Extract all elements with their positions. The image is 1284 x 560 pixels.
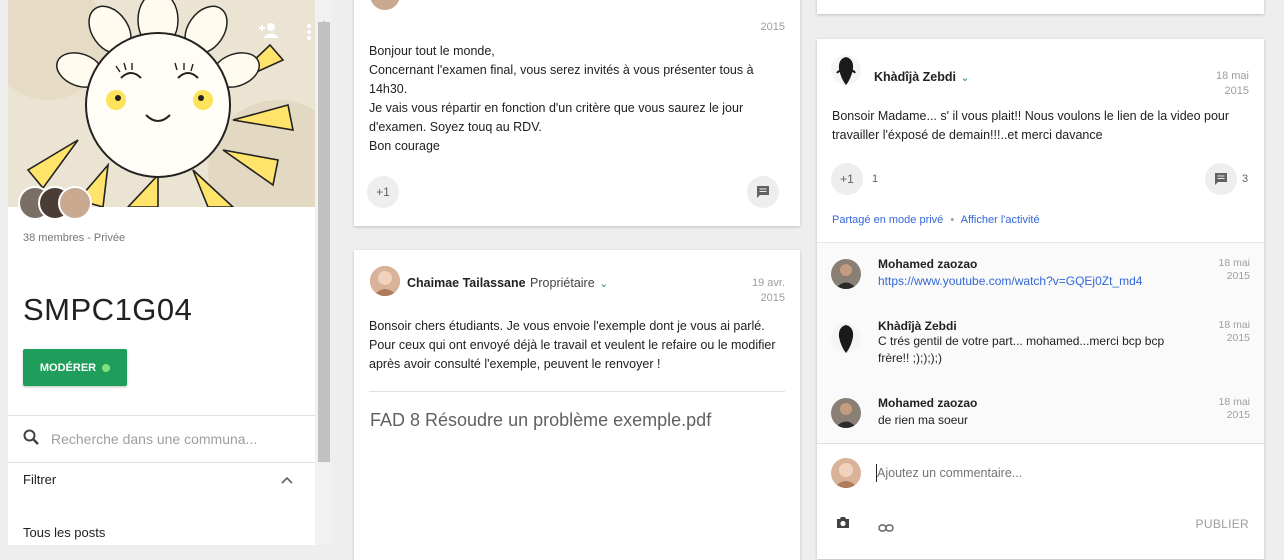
post-text-line: travailler l'éxposé de demain!!!..et mer… <box>832 128 1103 142</box>
publish-button[interactable]: PUBLIER <box>1196 517 1249 531</box>
post-date[interactable]: 2015 <box>761 20 785 35</box>
scrollbar-thumb[interactable] <box>318 22 330 462</box>
show-activity-link[interactable]: Afficher l'activité <box>961 214 1040 226</box>
filter-toggle[interactable]: Filtrer <box>23 472 293 487</box>
divider <box>8 462 315 463</box>
post-text-line: Bonjour tout le monde, <box>369 44 495 58</box>
post-body: Bonjour tout le monde, Concernant l'exam… <box>369 42 789 156</box>
attachment-title[interactable]: FAD 8 Résoudre un problème exemple.pdf <box>370 410 711 431</box>
community-sidebar: 38 membres - Privée SMPC1G04 MODÉRER Rec… <box>8 0 315 545</box>
post-card <box>817 0 1264 14</box>
post-header: Chaimae Tailassane Propriétaire ⌄ <box>407 274 608 292</box>
date-year: 2015 <box>760 292 785 304</box>
commenter-name[interactable]: Khàdîjà Zebdi <box>878 319 957 333</box>
search-icon <box>23 429 39 450</box>
date-day: 18 mai <box>1218 257 1250 269</box>
comment-item: Mohamed zaozao de rien ma soeur 18 mai 2… <box>817 392 1265 442</box>
author-avatar[interactable] <box>370 0 400 10</box>
post-text-line: Je vais vous répartir en fonction d'un c… <box>369 101 744 115</box>
divider <box>8 415 315 416</box>
post-text-line: après avoir consulté l'exemple, peuvent … <box>369 357 661 371</box>
plus-one-button[interactable]: +1 <box>367 176 399 208</box>
date-year: 2015 <box>1224 85 1249 97</box>
commenter-avatar[interactable] <box>831 323 861 353</box>
post-text-line: 14h30. <box>369 82 408 96</box>
filter-label: Filtrer <box>23 472 57 487</box>
comment-date[interactable]: 18 mai 2015 <box>1218 396 1250 422</box>
link-icon[interactable] <box>878 519 894 537</box>
date-day: 18 mai <box>1215 70 1249 82</box>
post-text-line: Concernant l'examen final, vous serez in… <box>369 63 754 77</box>
community-title: SMPC1G04 <box>23 292 193 327</box>
member-avatar <box>58 186 92 220</box>
date-day: 19 avr. <box>751 277 785 289</box>
author-name[interactable]: Chaimae Tailassane <box>407 276 526 290</box>
separator: • <box>950 214 955 226</box>
post-visibility-row: Partagé en mode privé • Afficher l'activ… <box>832 214 1040 226</box>
comment-count: 3 <box>1242 173 1249 185</box>
divider <box>817 443 1264 444</box>
commenter-name[interactable]: Mohamed zaozao <box>878 396 977 410</box>
comment-text: C trés gentil de votre part... mohamed..… <box>878 334 1165 365</box>
post-card: 2015 Bonjour tout le monde, Concernant l… <box>354 0 800 226</box>
status-dot-icon <box>102 363 111 372</box>
shared-private-link[interactable]: Partagé en mode privé <box>832 214 943 226</box>
plus-one-button[interactable]: +1 <box>831 163 863 195</box>
comment-item: Mohamed zaozao https://www.youtube.com/w… <box>817 253 1265 313</box>
comment-date[interactable]: 18 mai 2015 <box>1218 319 1250 345</box>
moderate-button[interactable]: MODÉRER <box>23 349 127 386</box>
camera-icon[interactable] <box>836 516 850 534</box>
date-day: 18 mai <box>1218 396 1250 408</box>
community-search[interactable]: Recherche dans une communa... <box>23 424 303 454</box>
divider <box>369 391 785 392</box>
plus-one-count[interactable]: 1 <box>872 173 878 185</box>
comment-date[interactable]: 18 mai 2015 <box>1218 257 1250 283</box>
comment-text: de rien ma soeur <box>878 413 969 427</box>
comment-icon[interactable] <box>1205 163 1237 195</box>
post-text-line: Bon courage <box>369 139 440 153</box>
members-count[interactable]: 38 membres - Privée <box>23 232 125 244</box>
filter-all-posts[interactable]: Tous les posts <box>23 525 105 540</box>
post-date[interactable]: 19 avr. 2015 <box>752 276 785 306</box>
post-text-line: Pour ceux qui ont envoyé déjà le travail… <box>369 338 776 352</box>
commenter-avatar[interactable] <box>831 259 861 289</box>
date-year: 2015 <box>1226 332 1250 344</box>
chevron-up-icon <box>281 472 293 487</box>
chevron-down-icon[interactable]: ⌄ <box>599 278 608 290</box>
post-text-line: d'examen. Soyez touq au RDV. <box>369 120 542 134</box>
post-card-expanded: Khàdîjà Zebdi ⌄ 18 mai 2015 Bonsoir Mada… <box>817 39 1264 559</box>
post-header: Khàdîjà Zebdi ⌄ <box>874 68 970 86</box>
post-body: Bonsoir Madame... s' il vous plait!! Nou… <box>832 107 1257 145</box>
commenter-name[interactable]: Mohamed zaozao <box>878 257 977 271</box>
search-input[interactable]: Recherche dans une communa... <box>51 431 257 447</box>
author-avatar[interactable] <box>370 266 400 296</box>
date-year: 2015 <box>1226 409 1250 421</box>
post-text-line: Bonsoir chers étudiants. Je vous envoie … <box>369 319 765 333</box>
date-year: 2015 <box>1226 270 1250 282</box>
post-body: Bonsoir chers étudiants. Je vous envoie … <box>369 317 794 374</box>
community-cover-image <box>8 0 315 207</box>
post-text-line: Bonsoir Madame... s' il vous plait!! Nou… <box>832 109 1230 123</box>
current-user-avatar <box>831 458 861 488</box>
author-avatar[interactable] <box>831 55 861 85</box>
post-card: Chaimae Tailassane Propriétaire ⌄ 19 avr… <box>354 250 800 560</box>
chevron-down-icon[interactable]: ⌄ <box>960 72 969 84</box>
author-name[interactable]: Khàdîjà Zebdi <box>874 70 956 84</box>
comment-input[interactable]: Ajoutez un commentaire... <box>877 466 1022 480</box>
author-role: Propriétaire <box>530 276 595 290</box>
commenter-avatar[interactable] <box>831 398 861 428</box>
moderate-label: MODÉRER <box>39 361 97 374</box>
comment-icon[interactable] <box>747 176 779 208</box>
comment-link[interactable]: https://www.youtube.com/watch?v=GQEj0Zt_… <box>878 273 1178 290</box>
date-day: 18 mai <box>1218 319 1250 331</box>
post-date[interactable]: 18 mai 2015 <box>1216 69 1249 99</box>
comment-item: Khàdîjà Zebdi C trés gentil de votre par… <box>817 317 1265 381</box>
